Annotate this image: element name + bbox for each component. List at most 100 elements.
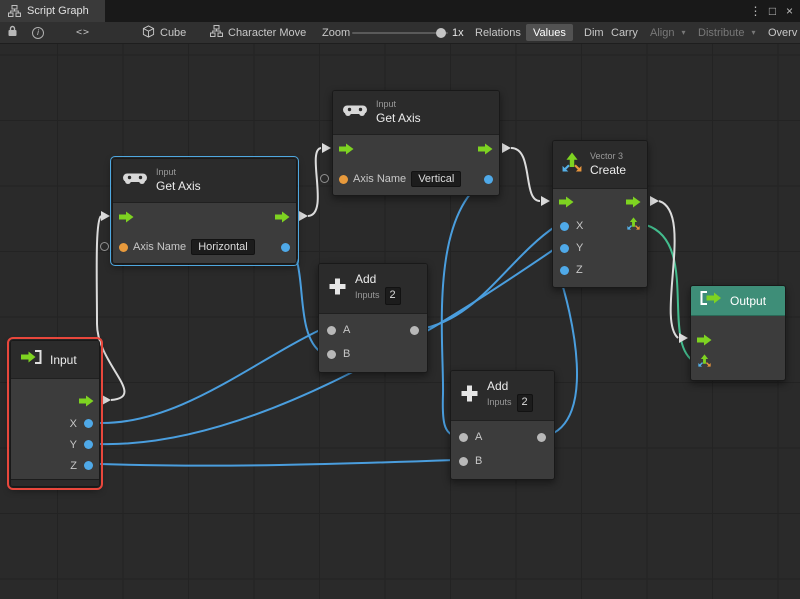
control-input-port[interactable]	[119, 211, 134, 223]
port-label: Y	[70, 439, 77, 451]
float-output-port-y[interactable]	[84, 440, 93, 449]
distribute-dropdown[interactable]: Distribute ▾	[691, 24, 762, 41]
node-title: Output	[730, 294, 766, 308]
value-input-port-b[interactable]	[327, 350, 336, 359]
node-title: Get Axis	[376, 111, 421, 126]
tab-script-graph[interactable]: Script Graph	[0, 0, 105, 22]
node-footer	[11, 479, 99, 486]
control-output-port[interactable]	[478, 143, 493, 155]
port-label: B	[475, 455, 482, 467]
node-get-axis-vertical[interactable]: Input Get Axis Axis Name Vertical	[332, 90, 500, 196]
chevron-down-icon: ▾	[681, 28, 685, 37]
wire-input-z-to-add2-b[interactable]	[100, 460, 456, 466]
float-input-port-z[interactable]	[560, 266, 569, 275]
node-add-top[interactable]: Add Inputs 2 A B	[318, 263, 428, 373]
graph-asset[interactable]: Character Move	[210, 22, 306, 43]
vector3-input-port[interactable]	[698, 354, 711, 372]
float-input-port-x[interactable]	[560, 222, 569, 231]
control-input-port[interactable]	[697, 334, 712, 346]
node-header[interactable]: Add Inputs 2	[319, 264, 427, 314]
float-output-port[interactable]	[484, 175, 493, 184]
port-label: A	[475, 431, 482, 443]
inputs-count-field[interactable]: 2	[385, 287, 401, 305]
control-input-port[interactable]	[339, 143, 354, 155]
control-output-port[interactable]	[275, 211, 290, 223]
info-button[interactable]: i	[28, 22, 48, 43]
wire-arrow	[541, 196, 550, 206]
node-vector3-create[interactable]: Vector 3 Create X	[552, 140, 648, 288]
node-title: Input	[50, 353, 77, 367]
wire-arrow	[102, 395, 111, 405]
port-label: Z	[70, 460, 77, 472]
port-label: X	[70, 418, 77, 430]
wire-arrow	[322, 143, 331, 153]
unconnected-port-circle[interactable]	[100, 242, 109, 251]
chevron-down-icon: ▾	[751, 28, 755, 37]
node-category: Input	[156, 167, 201, 178]
node-graph-input[interactable]: Input X Y Z	[10, 340, 100, 487]
values-toggle[interactable]: Values	[526, 24, 573, 41]
value-input-port-a[interactable]	[459, 433, 468, 442]
close-icon[interactable]: ×	[781, 4, 798, 18]
node-title: Add	[355, 272, 401, 287]
graph-output-icon	[700, 291, 722, 310]
node-graph-output[interactable]: Output	[690, 285, 786, 381]
value-input-port-b[interactable]	[459, 457, 468, 466]
plus-icon	[460, 384, 479, 408]
control-output-port[interactable]	[79, 395, 94, 407]
code-preview-button[interactable]: <>	[60, 22, 106, 43]
value-output-port[interactable]	[537, 433, 546, 442]
node-get-axis-horizontal[interactable]: Input Get Axis Axis Name Horizontal	[112, 158, 297, 264]
graph-canvas[interactable]: Input Get Axis Axis Name Vertical	[0, 44, 800, 599]
zoom-slider[interactable]	[352, 32, 448, 34]
node-add-bottom[interactable]: Add Inputs 2 A B	[450, 370, 555, 480]
zoom-handle[interactable]	[436, 28, 446, 38]
menu-dots-icon[interactable]: ⋮	[747, 4, 764, 18]
control-output-port[interactable]	[626, 196, 641, 208]
zoom-label: Zoom	[322, 22, 350, 43]
wire-arrow	[299, 211, 308, 221]
node-header[interactable]: Output	[691, 286, 785, 316]
vector3-output-port[interactable]	[627, 217, 640, 235]
port-label: A	[343, 324, 350, 336]
float-output-port-x[interactable]	[84, 419, 93, 428]
unconnected-port-circle[interactable]	[320, 174, 329, 183]
vector3-icon	[562, 152, 582, 177]
float-output-port[interactable]	[281, 243, 290, 252]
wire-getaxis-vertical-to-vector3[interactable]	[511, 148, 540, 201]
node-header[interactable]: Input Get Axis	[333, 91, 499, 135]
control-input-port[interactable]	[559, 196, 574, 208]
node-header[interactable]: Input Get Axis	[113, 159, 296, 203]
info-icon: i	[32, 27, 44, 39]
wire-arrow	[101, 211, 110, 221]
lock-button[interactable]	[3, 22, 22, 43]
script-graph-icon	[8, 5, 21, 17]
value-input-port-a[interactable]	[327, 326, 336, 335]
graph-target[interactable]: Cube	[142, 22, 186, 43]
node-header[interactable]: Add Inputs 2	[451, 371, 554, 421]
distribute-label: Distribute	[698, 27, 744, 39]
relations-toggle[interactable]: Relations	[468, 24, 528, 41]
maximize-icon[interactable]: □	[764, 4, 781, 18]
value-output-port[interactable]	[410, 326, 419, 335]
string-input-port[interactable]	[119, 243, 128, 252]
overview-button[interactable]: Overv	[761, 24, 800, 41]
float-output-port-z[interactable]	[84, 461, 93, 470]
inputs-count-field[interactable]: 2	[517, 394, 533, 412]
zoom-value: 1x	[452, 22, 464, 43]
wire-add-to-vector3-x[interactable]	[420, 226, 556, 329]
carry-toggle[interactable]: Carry	[604, 24, 645, 41]
string-input-port[interactable]	[339, 175, 348, 184]
node-header[interactable]: Input	[11, 341, 99, 379]
graph-target-label: Cube	[160, 27, 186, 39]
port-label: Z	[576, 264, 583, 276]
align-dropdown[interactable]: Align ▾	[643, 24, 692, 41]
wire-getaxis-horizontal-to-vertical[interactable]	[308, 148, 321, 216]
wire-arrow	[679, 333, 688, 343]
axis-name-field[interactable]: Vertical	[411, 171, 461, 187]
float-input-port-y[interactable]	[560, 244, 569, 253]
lock-icon	[7, 25, 18, 40]
axis-name-field[interactable]: Horizontal	[191, 239, 255, 255]
node-header[interactable]: Vector 3 Create	[553, 141, 647, 189]
wire-input-x-to-add-a[interactable]	[100, 329, 322, 423]
